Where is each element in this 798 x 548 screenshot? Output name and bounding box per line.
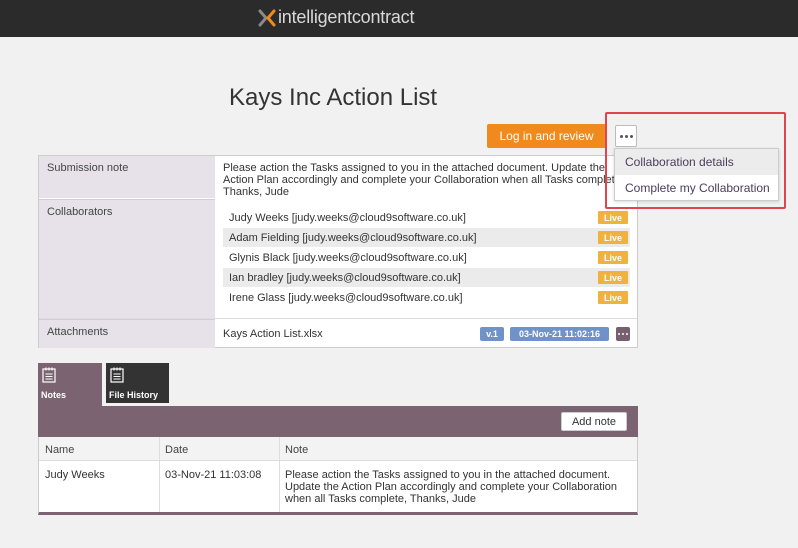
column-header-date[interactable]: Date xyxy=(159,444,194,456)
notes-table-header: Name Date Note xyxy=(39,437,637,461)
attachments-label: Attachments xyxy=(39,319,215,348)
attachment-date-badge: 03-Nov-21 11:02:16 xyxy=(510,327,609,341)
notes-icon xyxy=(42,367,56,383)
collaborator-item: Adam Fielding [judy.weeks@cloud9software… xyxy=(223,228,630,247)
note-author: Judy Weeks xyxy=(45,469,105,481)
status-badge: Live xyxy=(598,231,628,244)
attachment-file-link[interactable]: Kays Action List.xlsx xyxy=(223,328,323,340)
brand-name: intelligentcontract xyxy=(278,7,415,27)
attachments-row: Attachments Kays Action List.xlsx v.1 03… xyxy=(39,318,637,348)
log-in-and-review-button[interactable]: Log in and review xyxy=(487,124,606,148)
status-badge: Live xyxy=(598,291,628,304)
tab-notes[interactable]: Notes xyxy=(38,363,102,406)
notes-toolbar: Add note xyxy=(38,406,638,437)
attachment-more-button[interactable] xyxy=(616,327,630,341)
more-options-menu: Collaboration details Complete my Collab… xyxy=(614,148,779,201)
version-badge: v.1 xyxy=(480,327,504,341)
collaborator-item: Irene Glass [judy.weeks@cloud9software.c… xyxy=(223,288,630,307)
column-header-name[interactable]: Name xyxy=(39,444,80,456)
brand-logo[interactable]: intelligentcontract xyxy=(258,7,414,28)
collaborator-item: Judy Weeks [judy.weeks@cloud9software.co… xyxy=(223,208,630,227)
add-note-button[interactable]: Add note xyxy=(561,412,627,431)
status-badge: Live xyxy=(598,211,628,224)
tab-file-history[interactable]: File History xyxy=(106,363,169,403)
menu-item-complete-collaboration[interactable]: Complete my Collaboration xyxy=(615,175,778,201)
submission-note-row: Submission note Please action the Tasks … xyxy=(39,156,637,198)
file-history-icon xyxy=(110,367,124,383)
submission-note-text: Please action the Tasks assigned to you … xyxy=(223,162,624,198)
collaboration-info-table: Submission note Please action the Tasks … xyxy=(38,155,638,348)
notes-table: Name Date Note Judy Weeks 03-Nov-21 11:0… xyxy=(38,437,638,515)
collaborators-label: Collaborators xyxy=(39,199,215,318)
note-date: 03-Nov-21 11:03:08 xyxy=(165,469,262,481)
menu-item-collaboration-details[interactable]: Collaboration details xyxy=(615,149,778,175)
submission-note-label: Submission note xyxy=(39,156,215,198)
page-title: Kays Inc Action List xyxy=(229,84,438,111)
collaborator-item: Ian bradley [judy.weeks@cloud9software.c… xyxy=(223,268,630,287)
note-text: Please action the Tasks assigned to you … xyxy=(285,469,618,505)
collaborators-row: Collaborators Judy Weeks [judy.weeks@clo… xyxy=(39,198,637,318)
tab-label: File History xyxy=(109,390,159,400)
status-badge: Live xyxy=(598,271,628,284)
logo-x-icon xyxy=(258,9,276,27)
ellipsis-icon xyxy=(618,333,628,335)
collaborator-item: Glynis Black [judy.weeks@cloud9software.… xyxy=(223,248,630,267)
top-bar: intelligentcontract xyxy=(0,0,798,37)
status-badge: Live xyxy=(598,251,628,264)
column-header-note[interactable]: Note xyxy=(279,444,314,456)
tab-label: Notes xyxy=(41,390,67,400)
